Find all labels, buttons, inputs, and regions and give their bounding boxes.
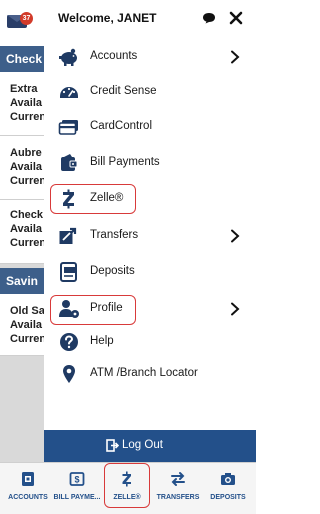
menu-item-help[interactable]: Help: [50, 325, 256, 359]
check-deposit-icon: [60, 262, 77, 282]
section-header-savings: Savin: [0, 268, 44, 294]
menu-item-label: Accounts: [90, 50, 138, 62]
logout-label: Log Out: [122, 439, 163, 451]
menu-item-label: Deposits: [90, 265, 135, 277]
nav-tab-bill-payments[interactable]: $ BILL PAYME...: [52, 463, 102, 513]
menu-item-label: Credit Sense: [90, 85, 157, 97]
close-icon[interactable]: [228, 10, 244, 26]
menu-item-transfers[interactable]: Transfers: [50, 219, 256, 253]
wallet-icon: [61, 154, 78, 171]
nav-tab-deposits[interactable]: DEPOSITS: [203, 463, 253, 513]
menu-item-zelle[interactable]: Zelle®: [50, 182, 256, 216]
menu-item-label: Help: [90, 335, 114, 347]
section-header-checking: Check: [0, 46, 44, 72]
transfer-arrows-icon: [171, 472, 185, 486]
zelle-icon: [122, 471, 131, 487]
transfer-icon: [59, 227, 77, 244]
nav-tab-accounts[interactable]: ACCOUNTS: [3, 463, 53, 513]
logout-button[interactable]: Log Out: [44, 430, 256, 462]
menu-item-label: Transfers: [90, 229, 139, 241]
account-row[interactable]: Aubre Availa Curren: [0, 136, 44, 200]
logout-icon: [106, 439, 119, 452]
menu-item-label: Bill Payments: [90, 156, 160, 168]
messages-button[interactable]: 37: [7, 12, 33, 28]
chevron-right-icon: [231, 229, 240, 243]
user-gear-icon: [59, 300, 79, 318]
menu-item-profile[interactable]: Profile: [50, 292, 256, 326]
background-header: 37: [0, 0, 44, 46]
menu-item-bill-payments[interactable]: Bill Payments: [50, 146, 256, 180]
menu-item-label: Zelle®: [90, 192, 124, 204]
menu-item-label: ATM /Branch Locator: [90, 367, 198, 379]
nav-tab-transfers[interactable]: TRANSFERS: [153, 463, 203, 513]
welcome-text: Welcome, JANET: [58, 11, 157, 25]
nav-tab-zelle[interactable]: ZELLE®: [102, 463, 152, 513]
menu-item-cardcontrol[interactable]: CardControl: [50, 110, 256, 144]
menu-item-label: Profile: [90, 302, 123, 314]
chevron-right-icon: [231, 302, 240, 316]
bottom-navigation: ACCOUNTS $ BILL PAYME... ZELLE® TRANSFER…: [0, 462, 256, 514]
map-pin-icon: [63, 365, 75, 383]
piggy-bank-icon: [59, 48, 77, 66]
account-row[interactable]: Old Sa Availa Curren: [0, 294, 44, 356]
bill-pay-icon: $: [69, 472, 85, 486]
drawer-header: Welcome, JANET: [44, 0, 256, 38]
gauge-icon: [60, 87, 78, 98]
chat-bubble-icon[interactable]: [202, 12, 216, 24]
menu-item-deposits[interactable]: Deposits: [50, 255, 256, 289]
menu-item-label: CardControl: [90, 120, 152, 132]
menu-item-credit-sense[interactable]: Credit Sense: [50, 75, 256, 109]
credit-card-icon: [58, 120, 78, 135]
message-count-badge: 37: [20, 12, 33, 25]
zelle-icon: [63, 189, 74, 209]
help-icon: [60, 333, 78, 351]
camera-icon: [221, 473, 235, 485]
account-row[interactable]: Check Availa Curren: [0, 200, 44, 264]
account-row[interactable]: Extra Availa Curren: [0, 72, 44, 136]
accounts-icon: [22, 472, 34, 486]
navigation-drawer: Welcome, JANET Accounts Credit Sense Car…: [44, 0, 256, 462]
menu-item-accounts[interactable]: Accounts: [50, 40, 256, 74]
menu-item-atm-branch-locator[interactable]: ATM /Branch Locator: [50, 357, 256, 391]
svg-text:$: $: [74, 475, 79, 485]
chevron-right-icon: [231, 50, 240, 64]
